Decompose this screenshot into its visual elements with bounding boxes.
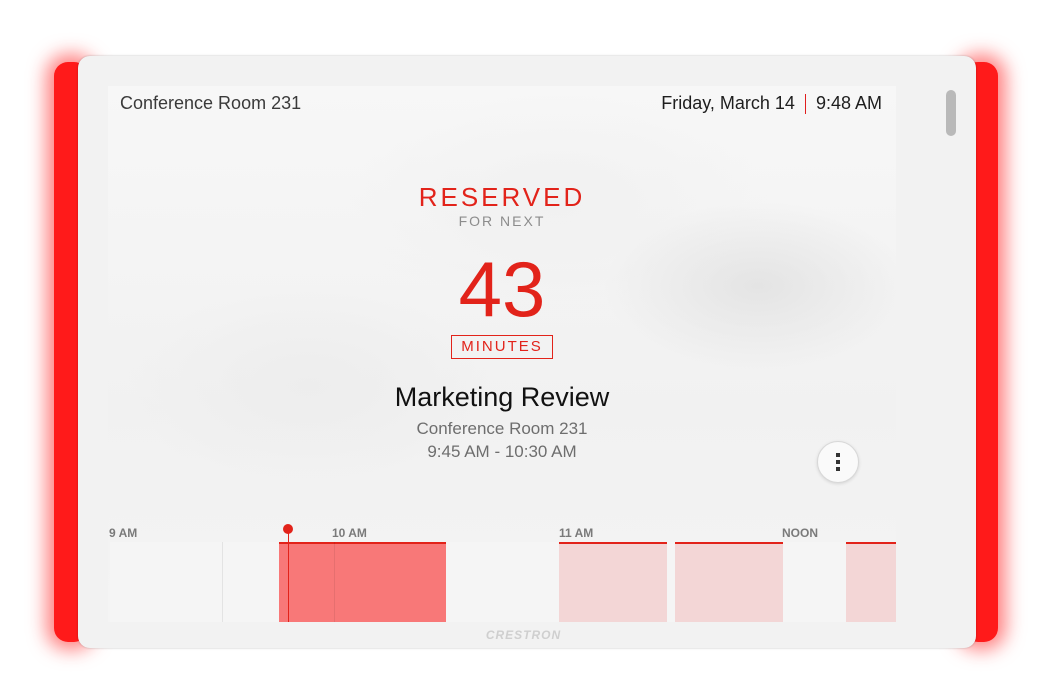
more-options-button[interactable] <box>817 441 859 483</box>
current-time-indicator <box>288 526 289 622</box>
current-date: Friday, March 14 <box>661 93 795 113</box>
timeline-slot-free[interactable] <box>783 542 846 622</box>
schedule-timeline[interactable] <box>108 542 896 622</box>
status-title: RESERVED <box>418 182 586 212</box>
date-time: Friday, March 14 9:48 AM <box>661 93 882 114</box>
room-name: Conference Room 231 <box>120 93 302 113</box>
vertical-ellipsis-icon-dot <box>836 460 840 464</box>
timeline-slot-booked[interactable] <box>559 542 667 622</box>
timeline-slot-free[interactable] <box>446 542 559 622</box>
current-time: 9:48 AM <box>815 93 882 113</box>
timeline-slot-free[interactable] <box>110 542 279 622</box>
timeline-slot-free[interactable] <box>667 542 675 622</box>
proximity-sensor <box>946 90 956 136</box>
timeline-slot-booked[interactable] <box>675 542 783 622</box>
timeline-slot-current-meeting[interactable] <box>279 542 446 622</box>
countdown-unit: MINUTES <box>451 335 553 359</box>
meeting-time-range: 9:45 AM - 10:30 AM <box>427 442 577 461</box>
countdown-value: 43 <box>458 245 546 333</box>
timeline-divider <box>222 542 223 622</box>
touch-screen: Conference Room 231 Friday, March 14 9:4… <box>108 86 896 622</box>
timeline-tick-noon: NOON <box>782 526 818 540</box>
timeline-tick-10am: 10 AM <box>332 526 367 540</box>
meeting-title: Marketing Review <box>394 382 610 412</box>
status-subtitle: FOR NEXT <box>458 213 546 229</box>
countdown-unit-wrap: MINUTES <box>108 335 896 359</box>
timeline-slot-booked[interactable] <box>846 542 896 622</box>
timeline-divider <box>334 542 335 622</box>
brand-logo: CRESTRON <box>485 628 562 642</box>
meeting-room: Conference Room 231 <box>416 419 588 438</box>
current-time-dot <box>283 524 293 534</box>
date-time-separator <box>804 93 806 114</box>
timeline-tick-11am: 11 AM <box>559 526 594 540</box>
timeline-tick-9am: 9 AM <box>109 526 138 540</box>
vertical-ellipsis-icon <box>836 453 840 457</box>
vertical-ellipsis-icon-dot <box>836 467 840 471</box>
